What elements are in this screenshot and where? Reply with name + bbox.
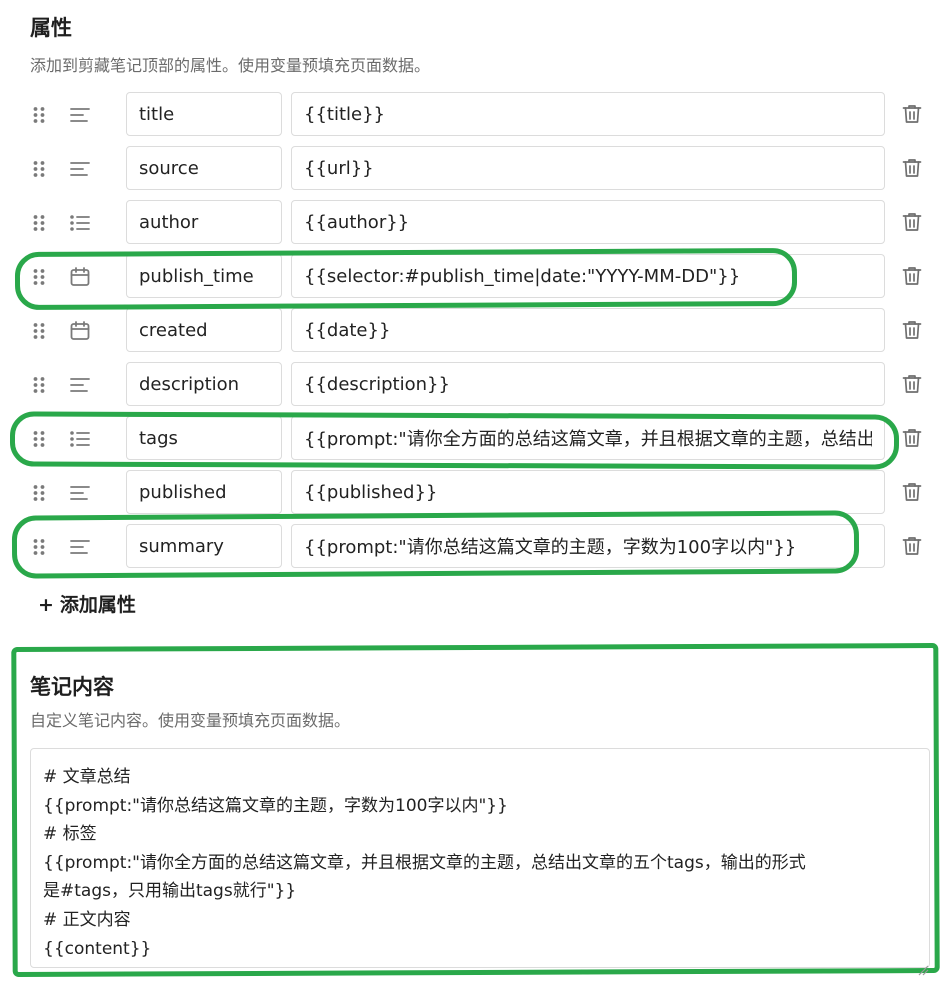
property-value-input[interactable] — [291, 92, 885, 136]
note-content-lines: # 文章总结 {{prompt:"请你总结这篇文章的主题，字数为100字以内"}}… — [43, 763, 917, 963]
drag-handle-icon[interactable] — [31, 321, 47, 341]
note-content-line: # 正文内容 — [43, 909, 131, 930]
properties-description: 添加到剪藏笔记顶部的属性。使用变量预填充页面数据。 — [30, 56, 431, 75]
property-row-source — [0, 146, 951, 192]
trash-icon[interactable] — [900, 210, 924, 234]
bullet-list-icon[interactable] — [68, 211, 92, 235]
note-content-line: {{prompt:"请你总结这篇文章的主题，字数为100字以内"}} — [43, 795, 508, 816]
note-content-line: 是#tags，只用输出tags就行"}} — [43, 881, 297, 902]
text-lines-icon[interactable] — [68, 481, 92, 505]
text-lines-icon[interactable] — [68, 373, 92, 397]
trash-icon[interactable] — [900, 426, 924, 450]
trash-icon[interactable] — [900, 480, 924, 504]
bullet-list-icon[interactable] — [68, 427, 92, 451]
note-content-line: {{prompt:"请你全方面的总结这篇文章，并且根据文章的主题，总结出文章的五… — [43, 852, 806, 873]
property-value-input[interactable] — [291, 146, 885, 190]
property-value-input[interactable] — [291, 416, 885, 460]
drag-handle-icon[interactable] — [31, 375, 47, 395]
property-row-summary — [0, 524, 951, 570]
add-property-button[interactable]: + 添加属性 — [38, 590, 136, 617]
property-value-input[interactable] — [291, 470, 885, 514]
property-row-publish-time — [0, 254, 951, 300]
property-name-input[interactable] — [126, 254, 282, 298]
calendar-icon[interactable] — [68, 265, 92, 289]
note-content-description: 自定义笔记内容。使用变量预填充页面数据。 — [30, 711, 351, 730]
drag-handle-icon[interactable] — [31, 267, 47, 287]
property-name-input[interactable] — [126, 416, 282, 460]
property-row-published — [0, 470, 951, 516]
trash-icon[interactable] — [900, 102, 924, 126]
add-property-label: 添加属性 — [59, 594, 136, 616]
property-value-input[interactable] — [291, 524, 885, 568]
resize-grip-icon[interactable] — [915, 962, 929, 976]
property-name-input[interactable] — [126, 308, 282, 352]
property-name-input[interactable] — [126, 524, 282, 568]
trash-icon[interactable] — [900, 534, 924, 558]
property-row-description — [0, 362, 951, 408]
calendar-icon[interactable] — [68, 319, 92, 343]
property-value-input[interactable] — [291, 254, 885, 298]
property-row-created — [0, 308, 951, 354]
property-value-input[interactable] — [291, 200, 885, 244]
note-content-line: # 文章总结 — [43, 767, 131, 787]
drag-handle-icon[interactable] — [31, 213, 47, 233]
property-row-tags — [0, 416, 951, 462]
properties-title: 属性 — [30, 16, 72, 40]
property-name-input[interactable] — [126, 362, 282, 406]
property-name-input[interactable] — [126, 92, 282, 136]
property-name-input[interactable] — [126, 146, 282, 190]
trash-icon[interactable] — [900, 264, 924, 288]
drag-handle-icon[interactable] — [31, 105, 47, 125]
drag-handle-icon[interactable] — [31, 483, 47, 503]
property-name-input[interactable] — [126, 200, 282, 244]
plus-icon: + — [38, 594, 54, 616]
drag-handle-icon[interactable] — [31, 429, 47, 449]
drag-handle-icon[interactable] — [31, 159, 47, 179]
note-content-title: 笔记内容 — [30, 675, 114, 699]
note-content-line: # 标签 — [43, 824, 97, 845]
text-lines-icon[interactable] — [68, 103, 92, 127]
trash-icon[interactable] — [900, 372, 924, 396]
trash-icon[interactable] — [900, 156, 924, 180]
property-name-input[interactable] — [126, 470, 282, 514]
note-content-line: {{content}} — [43, 938, 152, 959]
drag-handle-icon[interactable] — [31, 537, 47, 557]
property-row-title — [0, 92, 951, 138]
note-content-textarea[interactable]: # 文章总结 {{prompt:"请你总结这篇文章的主题，字数为100字以内"}}… — [30, 748, 930, 968]
property-value-input[interactable] — [291, 362, 885, 406]
text-lines-icon[interactable] — [68, 157, 92, 181]
text-lines-icon[interactable] — [68, 535, 92, 559]
property-row-author — [0, 200, 951, 246]
property-value-input[interactable] — [291, 308, 885, 352]
trash-icon[interactable] — [900, 318, 924, 342]
